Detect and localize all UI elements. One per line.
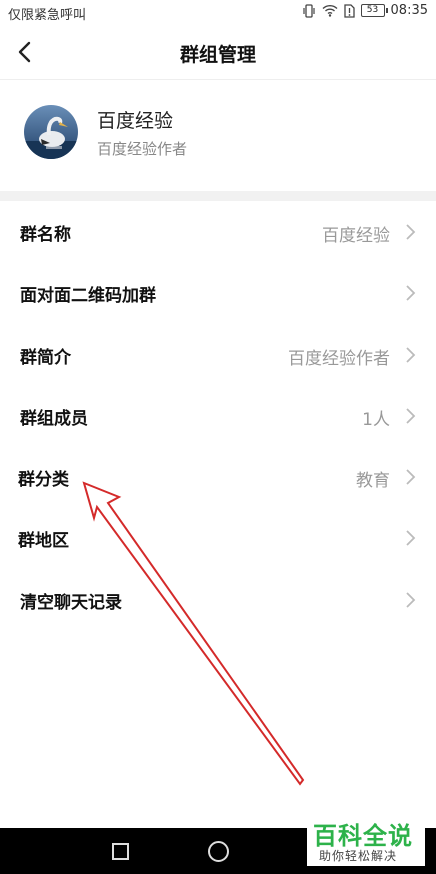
chevron-right-icon	[406, 469, 416, 485]
avatar[interactable]	[24, 105, 78, 159]
row-label: 群组成员	[20, 408, 88, 429]
sim-icon	[343, 3, 355, 18]
page-title: 群组管理	[179, 44, 256, 66]
settings-row-group-name[interactable]: 群名称 百度经验	[0, 201, 436, 263]
chevron-right-icon	[406, 530, 416, 547]
chevron-right-icon	[406, 285, 416, 301]
chevron-right-icon	[406, 346, 416, 363]
settings-row-region[interactable]: 群地区	[0, 507, 436, 569]
row-value: 百度经验	[322, 226, 390, 246]
watermark-logo: 百科全说 助你轻松解决	[307, 814, 425, 866]
group-name: 百度经验	[97, 110, 174, 132]
row-label: 群地区	[18, 531, 69, 552]
settings-list: 群名称 百度经验 面对面二维码加群 群简介 百度经验作者 群组成员 1人 群分类…	[0, 201, 436, 631]
row-label: 群分类	[18, 470, 69, 491]
battery-icon: 53	[360, 4, 388, 17]
row-label: 群简介	[20, 347, 71, 368]
watermark-title: 百科全说	[313, 822, 413, 850]
row-value: 百度经验作者	[288, 348, 390, 369]
row-label: 面对面二维码加群	[20, 286, 156, 307]
settings-row-clear-history[interactable]: 清空聊天记录	[0, 568, 436, 631]
settings-row-group-intro[interactable]: 群简介 百度经验作者	[0, 323, 436, 385]
section-divider	[0, 191, 436, 201]
row-value: 教育	[356, 471, 390, 492]
wifi-icon	[322, 4, 338, 17]
status-bar: 仅限紧急呼叫 53 08:35	[0, 0, 436, 24]
chevron-right-icon	[406, 224, 416, 240]
home-icon[interactable]	[208, 841, 229, 862]
group-subtitle: 百度经验作者	[97, 140, 188, 158]
carrier-text: 仅限紧急呼叫	[8, 8, 87, 23]
row-label: 清空聊天记录	[20, 592, 122, 613]
settings-row-qr-join[interactable]: 面对面二维码加群	[0, 262, 436, 324]
row-value: 1人	[362, 409, 390, 430]
watermark-tagline: 助你轻松解决	[319, 849, 398, 863]
status-icons: 53 08:35	[302, 3, 428, 18]
settings-row-category[interactable]: 群分类 教育	[0, 446, 436, 508]
settings-row-members[interactable]: 群组成员 1人	[0, 384, 436, 447]
clock: 08:35	[390, 3, 428, 18]
chevron-right-icon	[406, 592, 416, 608]
nav-bar: 群组管理	[0, 24, 436, 80]
row-label: 群名称	[20, 225, 71, 245]
chevron-right-icon	[406, 408, 416, 424]
recent-apps-icon[interactable]	[112, 843, 129, 860]
group-profile[interactable]: 百度经验 百度经验作者	[0, 81, 436, 191]
vibrate-icon	[302, 3, 316, 18]
